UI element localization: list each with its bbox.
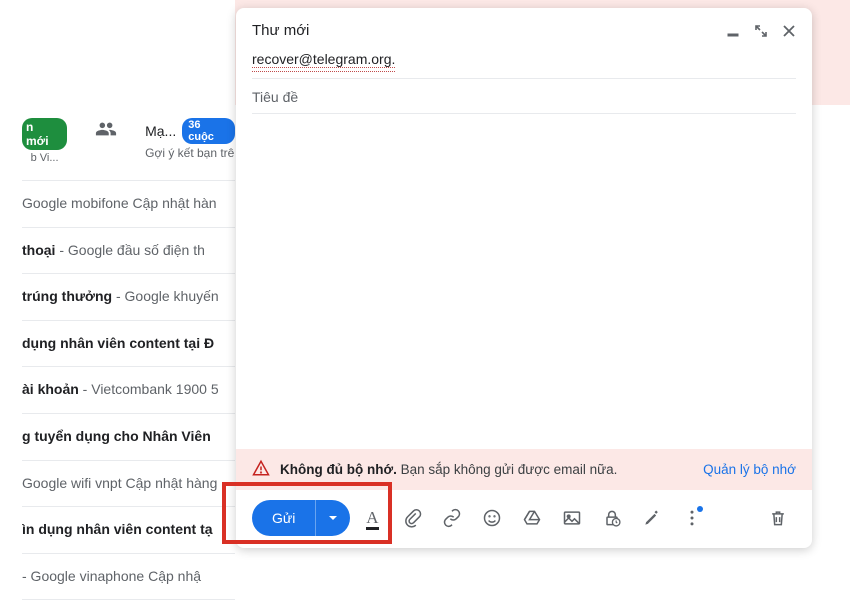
compose-window: Thư mới recover@telegram.org. Không đủ b… [236, 8, 812, 548]
category-tabs: n mới b Vi... Mạ... 36 cuộc Gợi ý kết bạ… [0, 118, 235, 162]
social-subtitle: Gợi ý kết bạn trê [145, 146, 235, 160]
send-button[interactable]: Gửi [252, 500, 315, 536]
mail-row[interactable]: ài khoản - Vietcombank 1900 5 [22, 367, 235, 414]
social-count-badge: 36 cuộc [182, 118, 235, 144]
mail-row[interactable]: trúng thưởng - Google khuyến [22, 274, 235, 321]
discard-draft-icon[interactable] [760, 500, 796, 536]
minimize-icon[interactable] [726, 24, 740, 38]
to-field[interactable]: recover@telegram.org. [252, 51, 395, 72]
subject-field-wrap [252, 78, 796, 114]
warning-triangle-icon [252, 459, 270, 480]
tab-social[interactable] [95, 118, 117, 143]
storage-warning-bar: Không đủ bộ nhớ. Bạn sắp không gửi được … [236, 449, 812, 490]
mail-row[interactable]: Google wifi vnpt Cập nhật hàng [22, 461, 235, 508]
mail-list-column: n mới b Vi... Mạ... 36 cuộc Gợi ý kết bạ… [0, 0, 235, 550]
tab-promotions[interactable]: n mới b Vi... [22, 118, 67, 164]
mail-row[interactable]: Google mobifone Cập nhật hàn [22, 180, 235, 228]
mail-row[interactable]: - Google vinaphone Cập nhậ [22, 554, 235, 600]
warning-text: Không đủ bộ nhớ. Bạn sắp không gửi được … [280, 462, 693, 477]
insert-image-icon[interactable] [554, 500, 590, 536]
confidential-mode-icon[interactable] [594, 500, 630, 536]
more-options-icon[interactable] [674, 500, 710, 536]
manage-storage-link[interactable]: Quản lý bộ nhớ [703, 462, 796, 477]
mail-row[interactable]: g tuyển dụng cho Nhân Viên [22, 414, 235, 461]
subject-input[interactable] [252, 89, 796, 105]
compose-title: Thư mới [252, 22, 309, 39]
drive-icon[interactable] [514, 500, 550, 536]
compose-header: Thư mới [236, 8, 812, 49]
mail-list: Google mobifone Cập nhật hàn thoại - Goo… [0, 162, 235, 600]
compose-toolbar: Gửi A [236, 490, 812, 548]
formatting-icon[interactable]: A [354, 500, 390, 536]
send-options-dropdown[interactable] [316, 500, 350, 536]
people-icon [95, 118, 117, 143]
close-icon[interactable] [782, 24, 796, 38]
mail-row[interactable]: dụng nhân viên content tại Đ [22, 321, 235, 368]
tab-social-detail[interactable]: Mạ... 36 cuộc Gợi ý kết bạn trê [145, 118, 235, 160]
compose-body[interactable] [236, 114, 812, 449]
mail-row[interactable]: thoại - Google đầu số điện th [22, 228, 235, 275]
notification-dot [697, 506, 703, 512]
insert-signature-icon[interactable] [634, 500, 670, 536]
emoji-icon[interactable] [474, 500, 510, 536]
mail-row[interactable]: ìn dụng nhân viên content tạ [22, 507, 235, 554]
insert-link-icon[interactable] [434, 500, 470, 536]
promo-subtitle: b Vi... [31, 152, 59, 164]
promo-badge: n mới [22, 118, 67, 150]
send-button-group: Gửi [252, 500, 350, 536]
attach-file-icon[interactable] [394, 500, 430, 536]
social-name: Mạ... [145, 123, 176, 139]
fullscreen-icon[interactable] [754, 24, 768, 38]
